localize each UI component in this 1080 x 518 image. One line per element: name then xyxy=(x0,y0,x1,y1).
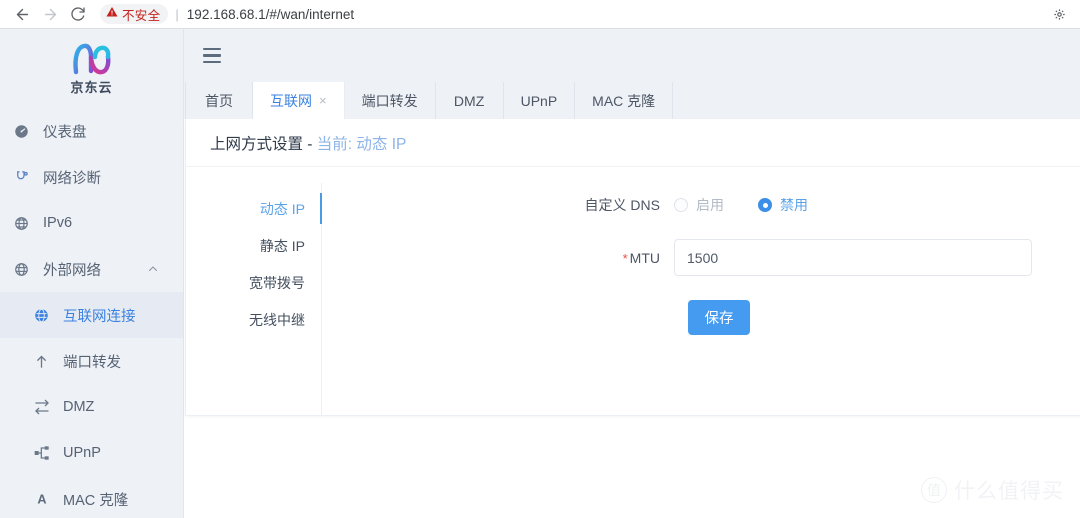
reload-icon[interactable] xyxy=(64,2,92,26)
sidebar-item-port-forwarding[interactable]: 端口转发 xyxy=(0,338,183,384)
sidebar: 京东云 仪表盘 网络诊断 IPv6 外部网络 互联网连接 端口转发 DMZ UP… xyxy=(0,29,184,518)
globe-icon xyxy=(14,262,36,277)
sidebar-item-dmz[interactable]: DMZ xyxy=(0,384,183,430)
sidebar-item-dashboard[interactable]: 仪表盘 xyxy=(0,108,183,154)
vtab-label: 宽带拨号 xyxy=(249,274,305,291)
radio-label: 启用 xyxy=(696,197,724,213)
vtab-dynamic-ip[interactable]: 动态 IP xyxy=(210,190,322,227)
tab-label: 互联网 xyxy=(270,92,312,109)
warning-triangle-icon xyxy=(106,5,118,23)
sidebar-item-mac-clone[interactable]: A MAC 克隆 xyxy=(0,476,183,518)
sidebar-item-internet-connection[interactable]: 互联网连接 xyxy=(0,292,183,338)
swap-arrows-icon xyxy=(34,399,56,415)
tab-port-forwarding[interactable]: 端口转发 xyxy=(344,82,436,119)
sidebar-item-network-diagnostics[interactable]: 网络诊断 xyxy=(0,154,183,200)
globe-blue-icon xyxy=(34,308,56,323)
settings-form: 自定义 DNS 启用 禁用 * MTU 1500 保存 xyxy=(322,183,1080,415)
tab-label: MAC 克隆 xyxy=(592,92,656,109)
dashboard-icon xyxy=(14,124,36,139)
tab-dmz[interactable]: DMZ xyxy=(435,82,504,119)
page-title-main: 上网方式设置 - xyxy=(210,135,317,153)
sidebar-item-label: IPv6 xyxy=(43,215,73,231)
mtu-label-text: MTU xyxy=(629,249,660,266)
sidebar-item-label: 端口转发 xyxy=(63,354,121,371)
custom-dns-radio-group: 启用 禁用 xyxy=(674,195,808,215)
mtu-label: * MTU xyxy=(336,250,674,266)
radio-circle-selected-icon xyxy=(758,198,772,212)
save-button[interactable]: 保存 xyxy=(688,300,750,335)
omnibox-separator: | xyxy=(175,6,179,22)
sidebar-item-label: 互联网连接 xyxy=(63,308,136,325)
vtab-label: 无线中继 xyxy=(249,311,305,328)
main-content: 首页 互联网 × 端口转发 DMZ UPnP MAC 克隆 上网方式设置 - 当… xyxy=(184,29,1080,518)
close-icon[interactable]: × xyxy=(319,94,327,107)
card-header: 上网方式设置 - 当前: 动态 IP xyxy=(186,119,1080,167)
url-text: 192.168.68.1/#/wan/internet xyxy=(186,6,355,22)
radio-dns-enable[interactable]: 启用 xyxy=(674,195,724,215)
settings-card: 上网方式设置 - 当前: 动态 IP 动态 IP 静态 IP 宽带拨号 无线中继… xyxy=(185,119,1080,416)
tab-label: 首页 xyxy=(205,92,233,109)
vtab-pppoe-dialup[interactable]: 宽带拨号 xyxy=(210,264,321,301)
sidebar-item-label: DMZ xyxy=(63,399,95,415)
sidebar-item-label: 仪表盘 xyxy=(43,124,87,141)
jd-cloud-logo-icon xyxy=(72,43,110,74)
sidebar-item-label: MAC 克隆 xyxy=(63,492,129,509)
page-title-current-mode: 当前: 动态 IP xyxy=(316,135,407,153)
connection-mode-tabs: 动态 IP 静态 IP 宽带拨号 无线中继 xyxy=(210,183,322,415)
tab-label: DMZ xyxy=(453,92,485,109)
sidebar-item-upnp[interactable]: UPnP xyxy=(0,430,183,476)
actions-row: 保存 xyxy=(336,300,1080,335)
vtab-label: 动态 IP xyxy=(259,200,305,217)
vtab-wireless-relay[interactable]: 无线中继 xyxy=(210,301,321,338)
tab-strip: 首页 互联网 × 端口转发 DMZ UPnP MAC 克隆 xyxy=(184,82,1080,119)
back-arrow-icon[interactable] xyxy=(8,2,36,26)
globe-grid-icon xyxy=(14,216,36,231)
browser-toolbar: 不安全 | 192.168.68.1/#/wan/internet xyxy=(0,0,1080,29)
chevron-up-icon[interactable] xyxy=(147,263,159,275)
security-warning-text: 不安全 xyxy=(122,8,161,23)
mtu-input[interactable] xyxy=(674,239,1032,276)
mtu-row: * MTU xyxy=(336,239,1080,276)
custom-dns-row: 自定义 DNS 启用 禁用 xyxy=(336,195,1080,215)
page-viewport: 京东云 仪表盘 网络诊断 IPv6 外部网络 互联网连接 端口转发 DMZ UP… xyxy=(0,29,1080,518)
tab-label: 端口转发 xyxy=(361,92,418,109)
page-title: 上网方式设置 - 当前: 动态 IP xyxy=(210,132,406,154)
hamburger-icon[interactable] xyxy=(203,47,221,64)
forward-arrow-icon[interactable] xyxy=(36,2,64,26)
sidebar-item-label: 外部网络 xyxy=(43,262,101,279)
sitemap-icon xyxy=(34,445,56,461)
brand-name: 京东云 xyxy=(70,79,113,95)
arrow-up-icon xyxy=(34,354,56,369)
custom-dns-label: 自定义 DNS xyxy=(584,197,660,213)
svg-text:A: A xyxy=(37,493,46,507)
radio-label: 禁用 xyxy=(780,197,808,213)
tab-internet[interactable]: 互联网 × xyxy=(253,82,345,119)
address-bar[interactable]: 不安全 | 192.168.68.1/#/wan/internet xyxy=(98,3,1046,25)
sidebar-item-label: 网络诊断 xyxy=(43,170,101,187)
radio-dns-disable[interactable]: 禁用 xyxy=(758,195,808,215)
top-bar xyxy=(184,29,1080,82)
gear-icon[interactable] xyxy=(1046,2,1072,26)
letter-a-icon: A xyxy=(34,491,56,507)
vtab-label: 静态 IP xyxy=(259,237,305,254)
sidebar-item-ipv6[interactable]: IPv6 xyxy=(0,200,183,246)
brand-logo: 京东云 xyxy=(0,29,183,102)
radio-circle-icon xyxy=(674,198,688,212)
sidebar-menu: 仪表盘 网络诊断 IPv6 外部网络 互联网连接 端口转发 DMZ UPnP A… xyxy=(0,102,183,518)
stethoscope-icon xyxy=(14,170,36,185)
card-body: 动态 IP 静态 IP 宽带拨号 无线中继 自定义 DNS 启用 禁用 * MT… xyxy=(186,167,1080,415)
sidebar-item-external-network[interactable]: 外部网络 xyxy=(0,246,183,292)
security-status-badge[interactable]: 不安全 xyxy=(100,4,169,24)
vtab-static-ip[interactable]: 静态 IP xyxy=(210,227,321,264)
sidebar-item-label: UPnP xyxy=(63,445,101,461)
tab-mac-clone[interactable]: MAC 克隆 xyxy=(575,82,674,119)
tab-home[interactable]: 首页 xyxy=(185,82,253,119)
tab-label: UPnP xyxy=(520,92,558,109)
content-area: 上网方式设置 - 当前: 动态 IP 动态 IP 静态 IP 宽带拨号 无线中继… xyxy=(184,119,1080,518)
required-marker: * xyxy=(622,250,628,266)
tab-upnp[interactable]: UPnP xyxy=(503,82,576,119)
